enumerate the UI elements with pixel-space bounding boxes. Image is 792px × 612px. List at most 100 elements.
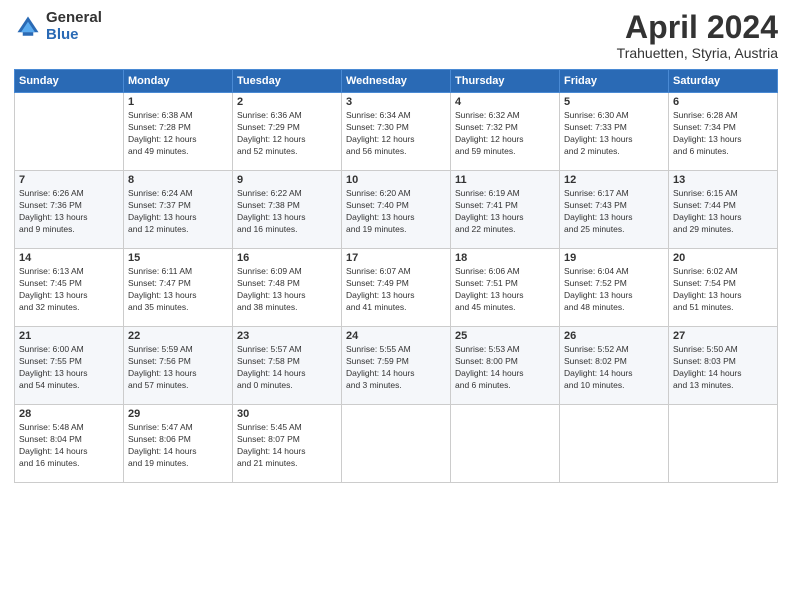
- calendar-cell: 4 Sunrise: 6:32 AM Sunset: 7:32 PM Daylig…: [451, 93, 560, 171]
- calendar-cell: 2 Sunrise: 6:36 AM Sunset: 7:29 PM Daylig…: [233, 93, 342, 171]
- calendar-week-row: 14 Sunrise: 6:13 AM Sunset: 7:45 PM Dayli…: [15, 249, 778, 327]
- weekday-header: Tuesday: [233, 70, 342, 93]
- calendar-cell: 8 Sunrise: 6:24 AM Sunset: 7:37 PM Daylig…: [124, 171, 233, 249]
- cell-info: Sunrise: 5:55 AM Sunset: 7:59 PM Dayligh…: [346, 344, 446, 392]
- day-number: 19: [564, 252, 664, 264]
- cell-info: Sunrise: 6:36 AM Sunset: 7:29 PM Dayligh…: [237, 110, 337, 158]
- cell-info: Sunrise: 6:24 AM Sunset: 7:37 PM Dayligh…: [128, 188, 228, 236]
- logo: General Blue: [14, 10, 102, 43]
- day-number: 14: [19, 252, 119, 264]
- calendar-cell: 25 Sunrise: 5:53 AM Sunset: 8:00 PM Dayli…: [451, 327, 560, 405]
- calendar-cell: 30 Sunrise: 5:45 AM Sunset: 8:07 PM Dayli…: [233, 405, 342, 483]
- cell-info: Sunrise: 6:15 AM Sunset: 7:44 PM Dayligh…: [673, 188, 773, 236]
- weekday-header: Friday: [560, 70, 669, 93]
- cell-info: Sunrise: 5:48 AM Sunset: 8:04 PM Dayligh…: [19, 422, 119, 470]
- day-number: 3: [346, 96, 446, 108]
- calendar-cell: 9Sunrise: 6:22 AM Sunset: 7:38 PM Daylig…: [233, 171, 342, 249]
- day-number: 5: [564, 96, 664, 108]
- calendar-header: SundayMondayTuesdayWednesdayThursdayFrid…: [15, 70, 778, 93]
- calendar-cell: 26 Sunrise: 5:52 AM Sunset: 8:02 PM Dayli…: [560, 327, 669, 405]
- weekday-header: Thursday: [451, 70, 560, 93]
- day-number: 11: [455, 174, 555, 186]
- cell-info: Sunrise: 6:26 AM Sunset: 7:36 PM Dayligh…: [19, 188, 119, 236]
- calendar-cell: [342, 405, 451, 483]
- calendar-cell: [15, 93, 124, 171]
- cell-info: Sunrise: 5:45 AM Sunset: 8:07 PM Dayligh…: [237, 422, 337, 470]
- cell-info: Sunrise: 6:22 AM Sunset: 7:38 PM Dayligh…: [237, 188, 337, 236]
- calendar-cell: 15 Sunrise: 6:11 AM Sunset: 7:47 PM Dayli…: [124, 249, 233, 327]
- day-number: 17: [346, 252, 446, 264]
- day-number: 18: [455, 252, 555, 264]
- day-number: 16: [237, 252, 337, 264]
- logo-blue: Blue: [46, 27, 102, 44]
- calendar-cell: 27Sunrise: 5:50 AM Sunset: 8:03 PM Dayli…: [669, 327, 778, 405]
- calendar-cell: 3 Sunrise: 6:34 AM Sunset: 7:30 PM Daylig…: [342, 93, 451, 171]
- calendar-cell: 20 Sunrise: 6:02 AM Sunset: 7:54 PM Dayli…: [669, 249, 778, 327]
- day-number: 30: [237, 408, 337, 420]
- day-number: 1: [128, 96, 228, 108]
- day-number: 7: [19, 174, 119, 186]
- day-number: 12: [564, 174, 664, 186]
- cell-info: Sunrise: 6:38 AM Sunset: 7:28 PM Dayligh…: [128, 110, 228, 158]
- cell-info: Sunrise: 5:52 AM Sunset: 8:02 PM Dayligh…: [564, 344, 664, 392]
- calendar-cell: 23 Sunrise: 5:57 AM Sunset: 7:58 PM Dayli…: [233, 327, 342, 405]
- cell-info: Sunrise: 6:28 AM Sunset: 7:34 PM Dayligh…: [673, 110, 773, 158]
- day-number: 4: [455, 96, 555, 108]
- weekday-header: Sunday: [15, 70, 124, 93]
- calendar-cell: 1 Sunrise: 6:38 AM Sunset: 7:28 PM Daylig…: [124, 93, 233, 171]
- day-number: 2: [237, 96, 337, 108]
- calendar-cell: 5Sunrise: 6:30 AM Sunset: 7:33 PM Daylig…: [560, 93, 669, 171]
- day-number: 20: [673, 252, 773, 264]
- calendar-cell: 11 Sunrise: 6:19 AM Sunset: 7:41 PM Dayli…: [451, 171, 560, 249]
- calendar-week-row: 28Sunrise: 5:48 AM Sunset: 8:04 PM Dayli…: [15, 405, 778, 483]
- calendar-cell: 12 Sunrise: 6:17 AM Sunset: 7:43 PM Dayli…: [560, 171, 669, 249]
- day-number: 25: [455, 330, 555, 342]
- cell-info: Sunrise: 5:53 AM Sunset: 8:00 PM Dayligh…: [455, 344, 555, 392]
- cell-info: Sunrise: 6:34 AM Sunset: 7:30 PM Dayligh…: [346, 110, 446, 158]
- calendar-cell: 6 Sunrise: 6:28 AM Sunset: 7:34 PM Daylig…: [669, 93, 778, 171]
- cell-info: Sunrise: 6:19 AM Sunset: 7:41 PM Dayligh…: [455, 188, 555, 236]
- day-number: 23: [237, 330, 337, 342]
- cell-info: Sunrise: 6:06 AM Sunset: 7:51 PM Dayligh…: [455, 266, 555, 314]
- cell-info: Sunrise: 6:00 AM Sunset: 7:55 PM Dayligh…: [19, 344, 119, 392]
- cell-info: Sunrise: 6:17 AM Sunset: 7:43 PM Dayligh…: [564, 188, 664, 236]
- cell-info: Sunrise: 6:20 AM Sunset: 7:40 PM Dayligh…: [346, 188, 446, 236]
- day-number: 15: [128, 252, 228, 264]
- day-number: 13: [673, 174, 773, 186]
- calendar-body: 1 Sunrise: 6:38 AM Sunset: 7:28 PM Daylig…: [15, 93, 778, 483]
- cell-info: Sunrise: 6:04 AM Sunset: 7:52 PM Dayligh…: [564, 266, 664, 314]
- cell-info: Sunrise: 6:02 AM Sunset: 7:54 PM Dayligh…: [673, 266, 773, 314]
- calendar-cell: 21 Sunrise: 6:00 AM Sunset: 7:55 PM Dayli…: [15, 327, 124, 405]
- weekday-header: Monday: [124, 70, 233, 93]
- cell-info: Sunrise: 5:47 AM Sunset: 8:06 PM Dayligh…: [128, 422, 228, 470]
- calendar-cell: 7 Sunrise: 6:26 AM Sunset: 7:36 PM Daylig…: [15, 171, 124, 249]
- calendar-cell: 17 Sunrise: 6:07 AM Sunset: 7:49 PM Dayli…: [342, 249, 451, 327]
- weekday-header: Saturday: [669, 70, 778, 93]
- day-number: 22: [128, 330, 228, 342]
- day-number: 29: [128, 408, 228, 420]
- header: General Blue April 2024 Trahuetten, Styr…: [14, 10, 778, 61]
- logo-text: General Blue: [46, 10, 102, 43]
- logo-icon: [14, 13, 42, 41]
- cell-info: Sunrise: 5:57 AM Sunset: 7:58 PM Dayligh…: [237, 344, 337, 392]
- calendar-cell: [451, 405, 560, 483]
- day-number: 21: [19, 330, 119, 342]
- weekday-row: SundayMondayTuesdayWednesdayThursdayFrid…: [15, 70, 778, 93]
- logo-general: General: [46, 10, 102, 27]
- calendar-cell: 10 Sunrise: 6:20 AM Sunset: 7:40 PM Dayli…: [342, 171, 451, 249]
- cell-info: Sunrise: 6:13 AM Sunset: 7:45 PM Dayligh…: [19, 266, 119, 314]
- calendar-week-row: 1 Sunrise: 6:38 AM Sunset: 7:28 PM Daylig…: [15, 93, 778, 171]
- day-number: 6: [673, 96, 773, 108]
- calendar-week-row: 21 Sunrise: 6:00 AM Sunset: 7:55 PM Dayli…: [15, 327, 778, 405]
- day-number: 10: [346, 174, 446, 186]
- cell-info: Sunrise: 6:32 AM Sunset: 7:32 PM Dayligh…: [455, 110, 555, 158]
- day-number: 8: [128, 174, 228, 186]
- calendar-cell: 24Sunrise: 5:55 AM Sunset: 7:59 PM Dayli…: [342, 327, 451, 405]
- calendar-table: SundayMondayTuesdayWednesdayThursdayFrid…: [14, 69, 778, 483]
- cell-info: Sunrise: 6:07 AM Sunset: 7:49 PM Dayligh…: [346, 266, 446, 314]
- day-number: 26: [564, 330, 664, 342]
- cell-info: Sunrise: 6:11 AM Sunset: 7:47 PM Dayligh…: [128, 266, 228, 314]
- calendar-cell: 29 Sunrise: 5:47 AM Sunset: 8:06 PM Dayli…: [124, 405, 233, 483]
- calendar-cell: 16Sunrise: 6:09 AM Sunset: 7:48 PM Dayli…: [233, 249, 342, 327]
- cell-info: Sunrise: 5:59 AM Sunset: 7:56 PM Dayligh…: [128, 344, 228, 392]
